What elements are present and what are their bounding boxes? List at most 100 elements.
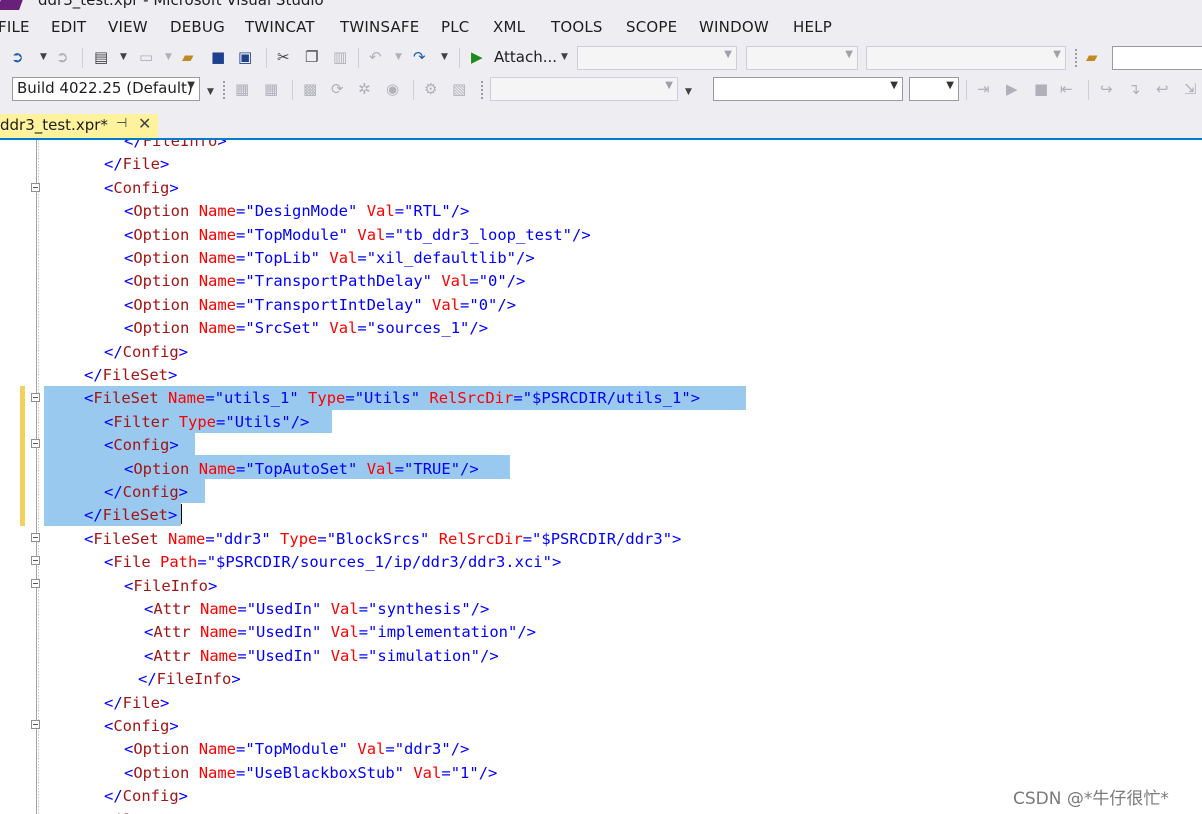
code-line[interactable]: <Filter Type="Utils"/>: [104, 411, 309, 434]
restart-config-mode-icon[interactable]: ▦: [264, 79, 278, 99]
code-line[interactable]: <File Path="$PSRCDIR/sources_1/ip/ddr3/d…: [104, 551, 561, 574]
code-line[interactable]: <Option Name="SrcSet" Val="sources_1"/>: [124, 317, 488, 340]
code-line[interactable]: <Config>: [104, 177, 179, 200]
start-plc-icon[interactable]: ▶: [1006, 79, 1018, 99]
code-line[interactable]: </FileSet>: [84, 504, 177, 527]
plc-project-dropdown[interactable]: ▼: [713, 77, 903, 101]
code-line[interactable]: <FileInfo>: [124, 575, 217, 598]
target-system-dropdown[interactable]: ▼: [490, 77, 678, 101]
cut-icon[interactable]: ✂: [277, 47, 290, 67]
start-debugging-icon[interactable]: ▶: [471, 47, 483, 67]
collapse-icon[interactable]: [31, 579, 40, 588]
open-folder-icon[interactable]: ▰: [182, 47, 194, 67]
menu-file[interactable]: FILE: [0, 18, 30, 36]
toolbar-overflow-icon[interactable]: ▼: [207, 82, 214, 102]
code-line[interactable]: <Config>: [104, 434, 179, 457]
code-line[interactable]: <FileSet Name="ddr3" Type="BlockSrcs" Re…: [84, 528, 681, 551]
code-line[interactable]: <Option Name="UseBlackboxStub" Val="1"/>: [124, 762, 497, 785]
login-icon[interactable]: ⇥: [977, 79, 990, 99]
menu-twinsafe[interactable]: TWINSAFE: [340, 18, 419, 36]
code-line[interactable]: <FileSet Name="utils_1" Type="Utils" Rel…: [84, 387, 700, 410]
build-configuration-dropdown[interactable]: Build 4022.25 (Default) ▼: [12, 77, 200, 101]
code-line[interactable]: </FileSet>: [84, 364, 177, 387]
code-line[interactable]: <Config>: [104, 715, 179, 738]
chevron-down-icon[interactable]: ▼: [40, 47, 47, 67]
menu-plc[interactable]: PLC: [441, 18, 469, 36]
activate-configuration-icon[interactable]: ▦: [235, 79, 249, 99]
step-over-icon[interactable]: ↪: [1100, 79, 1113, 99]
code-line[interactable]: </File>: [104, 692, 169, 715]
show-sub-items-icon[interactable]: ▧: [452, 79, 466, 99]
step-into-icon[interactable]: ↴: [1128, 79, 1141, 99]
startup-project-dropdown[interactable]: ▼: [866, 46, 1066, 70]
copy-icon[interactable]: ❐: [305, 47, 318, 67]
code-line[interactable]: <Option Name="TopModule" Val="tb_ddr3_lo…: [124, 224, 591, 247]
code-line[interactable]: <Option Name="TransportIntDelay" Val="0"…: [124, 294, 516, 317]
chevron-down-icon[interactable]: ▼: [165, 47, 172, 67]
redo-icon[interactable]: ↷: [413, 47, 426, 67]
undo-icon[interactable]: ↶: [369, 47, 382, 67]
find-in-files-icon[interactable]: ▰: [1086, 47, 1098, 67]
code-line[interactable]: <Option Name="TopModule" Val="ddr3"/>: [124, 738, 469, 761]
menu-window[interactable]: WINDOW: [699, 18, 769, 36]
menu-debug[interactable]: DEBUG: [170, 18, 225, 36]
close-icon[interactable]: ✕: [138, 114, 151, 133]
navigate-back-icon[interactable]: ➲: [11, 47, 24, 67]
toolbar-grip[interactable]: [222, 80, 226, 100]
chevron-down-icon[interactable]: ▼: [561, 47, 568, 67]
code-line[interactable]: </Config>: [104, 481, 188, 504]
toolbar-overflow-icon[interactable]: ▼: [685, 82, 692, 102]
code-line[interactable]: <Attr Name="UsedIn" Val="synthesis"/>: [144, 598, 489, 621]
solution-configuration-dropdown[interactable]: ▼: [577, 46, 737, 70]
code-line[interactable]: </FileInfo>: [124, 140, 227, 153]
plc-instance-dropdown[interactable]: ▼: [909, 77, 959, 101]
collapse-icon[interactable]: [31, 720, 40, 729]
paste-icon[interactable]: ▥: [333, 47, 347, 67]
collapse-icon[interactable]: [31, 556, 40, 565]
code-line[interactable]: </Config>: [104, 785, 188, 808]
pin-icon[interactable]: ⊣: [116, 116, 127, 131]
code-line[interactable]: <Attr Name="UsedIn" Val="implementation"…: [144, 621, 536, 644]
code-line[interactable]: </File>: [104, 153, 169, 176]
logout-icon[interactable]: ⇤: [1060, 79, 1073, 99]
menu-edit[interactable]: EDIT: [51, 18, 86, 36]
collapse-icon[interactable]: [31, 533, 40, 542]
navigate-forward-icon[interactable]: ➲: [56, 47, 69, 67]
step-out-icon[interactable]: ↩: [1156, 79, 1169, 99]
xml-editor[interactable]: </FileInfo> </File> <Config> <Option Name="…: [0, 140, 1202, 814]
toggle-free-run-icon[interactable]: ◉: [386, 79, 399, 99]
save-icon[interactable]: ■: [211, 47, 225, 67]
code-line[interactable]: </FileInfo>: [138, 668, 241, 691]
run-mode-icon[interactable]: ▩: [303, 79, 317, 99]
collapse-icon[interactable]: [31, 439, 40, 448]
menu-xml[interactable]: XML: [493, 18, 525, 36]
toolbar-grip[interactable]: [480, 80, 484, 100]
stop-plc-icon[interactable]: ■: [1034, 79, 1048, 99]
menu-help[interactable]: HELP: [793, 18, 832, 36]
code-line[interactable]: </Config>: [104, 341, 188, 364]
code-line[interactable]: <Option Name="TransportPathDelay" Val="0…: [124, 270, 525, 293]
tab-ddr3-test-xpr[interactable]: ddr3_test.xpr* ⊣ ✕: [0, 114, 158, 138]
save-all-icon[interactable]: ▣: [238, 47, 252, 67]
collapse-icon[interactable]: [31, 393, 40, 402]
code-line[interactable]: </FileSet>: [86, 809, 179, 814]
collapse-icon[interactable]: [31, 183, 40, 192]
attach-button[interactable]: Attach...: [494, 48, 557, 66]
new-project-icon[interactable]: ▤: [94, 47, 108, 67]
menu-tools[interactable]: TOOLS: [551, 18, 603, 36]
find-input[interactable]: [1112, 46, 1202, 70]
reload-devices-icon[interactable]: ⟳: [331, 79, 344, 99]
show-online-data-icon[interactable]: ⚙: [424, 79, 437, 99]
code-line[interactable]: <Option Name="TopAutoSet" Val="TRUE"/>: [124, 458, 479, 481]
run-to-cursor-icon[interactable]: ⇲: [1184, 79, 1197, 99]
toolbar-grip[interactable]: [1074, 48, 1078, 68]
menu-scope[interactable]: SCOPE: [626, 18, 677, 36]
chevron-down-icon[interactable]: ▼: [395, 47, 402, 67]
code-line[interactable]: <Option Name="TopLib" Val="xil_defaultli…: [124, 247, 535, 270]
code-line[interactable]: <Option Name="DesignMode" Val="RTL"/>: [124, 200, 469, 223]
menu-view[interactable]: VIEW: [108, 18, 148, 36]
code-line[interactable]: <Attr Name="UsedIn" Val="simulation"/>: [144, 645, 499, 668]
scan-icon[interactable]: ✲: [358, 79, 371, 99]
solution-platform-dropdown[interactable]: ▼: [746, 46, 858, 70]
menu-twincat[interactable]: TWINCAT: [245, 18, 315, 36]
